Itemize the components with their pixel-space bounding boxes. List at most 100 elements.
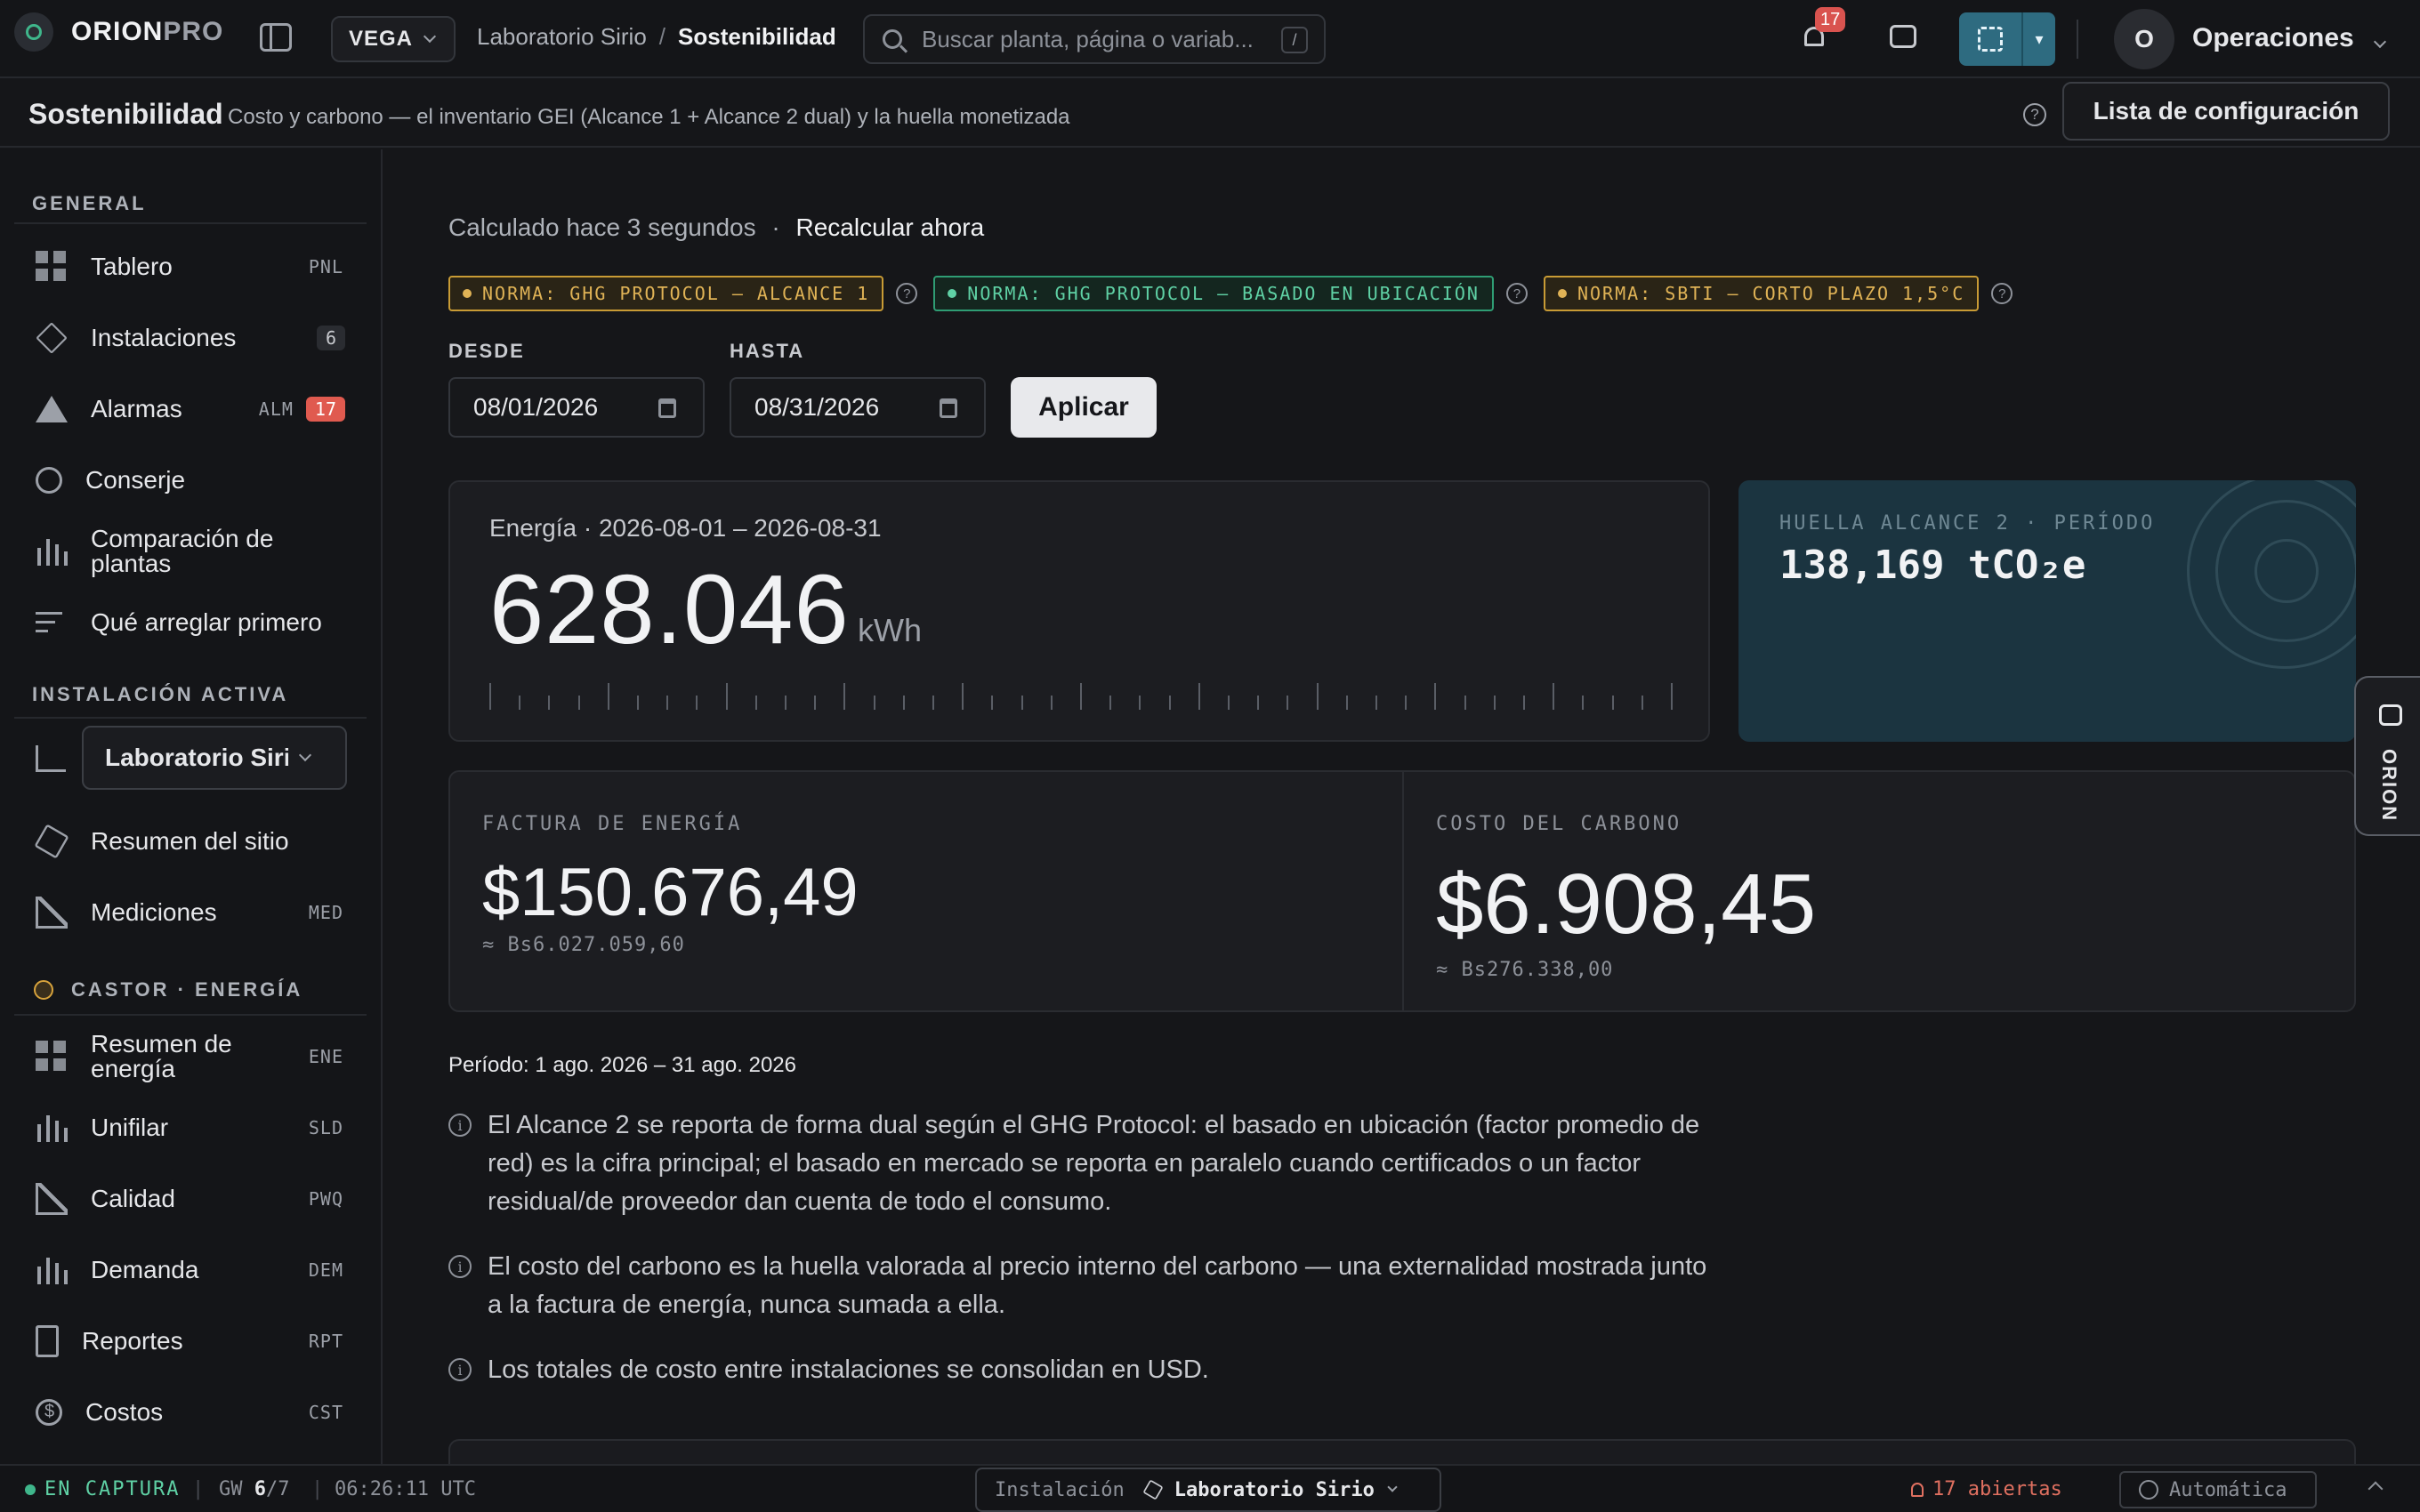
scale-tick bbox=[696, 696, 698, 710]
sidebar-item-que-arreglar[interactable]: Qué arreglar primero bbox=[14, 591, 367, 654]
sidebar-item-costos[interactable]: Costos CST bbox=[14, 1381, 367, 1444]
mode-selector[interactable]: Automática bbox=[2119, 1471, 2317, 1508]
fullscreen-button[interactable]: ▾ bbox=[1959, 12, 2055, 66]
scale-tick bbox=[1228, 696, 1230, 710]
breadcrumb-separator: / bbox=[658, 23, 666, 50]
sidebar-toggle-icon[interactable] bbox=[260, 23, 292, 52]
scale-tick bbox=[1317, 683, 1319, 710]
globe-icon bbox=[2139, 1480, 2158, 1500]
line-chart-icon bbox=[36, 897, 68, 929]
bar-chart-icon bbox=[36, 535, 68, 567]
chat-icon bbox=[2379, 704, 2402, 726]
orion-logo-icon bbox=[14, 12, 53, 52]
scale-tick bbox=[874, 696, 875, 710]
sidebar-item-code: CST bbox=[308, 1402, 343, 1423]
open-alerts-link[interactable]: 17 abiertas bbox=[1911, 1478, 2062, 1500]
sidebar-item-tablero[interactable]: Tablero PNL bbox=[14, 236, 367, 298]
scale-tick bbox=[1523, 696, 1525, 710]
scale-tick bbox=[1169, 696, 1171, 710]
top-bar: ORIONPRO VEGA Laboratorio Sirio / Sostenib… bbox=[0, 0, 2420, 78]
fullscreen-menu-button[interactable]: ▾ bbox=[2021, 12, 2055, 66]
layers-icon bbox=[36, 322, 68, 354]
recalculate-link[interactable]: Recalcular ahora bbox=[795, 213, 984, 241]
calculated-time: hace 3 segundos bbox=[566, 213, 756, 241]
scale-tick bbox=[1198, 683, 1200, 710]
help-icon[interactable]: ? bbox=[1991, 283, 2013, 304]
energy-scale-ticks bbox=[489, 683, 1673, 710]
scale-tick bbox=[1405, 696, 1407, 710]
active-site-select[interactable]: Laboratorio Sirio bbox=[82, 726, 347, 790]
live-dot-icon bbox=[25, 1484, 36, 1495]
help-icon[interactable]: ? bbox=[2023, 103, 2046, 126]
bell-icon bbox=[1911, 1483, 1924, 1497]
to-date-input[interactable]: 08/31/2026 bbox=[730, 377, 986, 438]
divider bbox=[1402, 772, 1404, 1010]
sidebar-section-general: GENERAL bbox=[32, 192, 147, 214]
site-selector[interactable]: VEGA bbox=[331, 16, 456, 62]
divider bbox=[14, 1014, 367, 1016]
energy-unit: kWh bbox=[858, 612, 922, 648]
info-icon: i bbox=[448, 1358, 472, 1381]
scale-tick bbox=[932, 696, 934, 710]
note-item: i El Alcance 2 se reporta de forma dual s… bbox=[448, 1106, 1712, 1221]
carbon-cost-value: $6.908,45 bbox=[1436, 857, 1817, 952]
config-list-button[interactable]: Lista de configuración bbox=[2062, 82, 2390, 141]
search-input[interactable]: Buscar planta, página o variab... / bbox=[863, 14, 1326, 64]
sidebar-item-code: SLD bbox=[308, 1117, 343, 1138]
calendar-icon[interactable] bbox=[658, 398, 676, 418]
user-menu[interactable]: Operaciones bbox=[2192, 23, 2386, 53]
calendar-icon[interactable] bbox=[940, 398, 957, 418]
installation-label: Instalación bbox=[995, 1478, 1125, 1501]
help-icon[interactable]: ? bbox=[896, 283, 918, 304]
scale-tick bbox=[843, 683, 845, 710]
notifications-button[interactable]: 17 bbox=[1799, 7, 1846, 57]
sidebar-item-resumen-energia[interactable]: Resumen de energía ENE bbox=[14, 1025, 367, 1088]
sidebar-item-comparacion[interactable]: Comparación de plantas bbox=[14, 520, 367, 583]
sidebar-section-castor: CASTOR · ENERGÍA bbox=[71, 978, 303, 1001]
sidebar-item-label: Unifilar bbox=[91, 1114, 169, 1141]
energy-bill-value: $150.676,49 bbox=[482, 855, 859, 930]
sidebar-item-conserje[interactable]: Conserje bbox=[14, 449, 367, 511]
sidebar-item-mediciones[interactable]: Mediciones MED bbox=[14, 881, 367, 944]
scale-tick bbox=[991, 696, 993, 710]
separator: | bbox=[311, 1478, 324, 1500]
chevron-up-icon[interactable] bbox=[2368, 1481, 2384, 1497]
scale-tick bbox=[1671, 683, 1673, 710]
carbon-cost-header: COSTO DEL CARBONO bbox=[1436, 813, 1682, 835]
alarm-count-badge: 17 bbox=[305, 397, 345, 422]
carbon-cost-secondary: ≈ Bs276.338,00 bbox=[1436, 959, 1614, 981]
assistant-tab-label: ORION bbox=[2378, 749, 2400, 823]
separator: | bbox=[192, 1478, 205, 1500]
sidebar-item-label: Reportes bbox=[82, 1327, 183, 1355]
apply-button[interactable]: Aplicar bbox=[1011, 377, 1157, 438]
sidebar-item-calidad[interactable]: Calidad PWQ bbox=[14, 1168, 367, 1230]
chat-icon[interactable] bbox=[1890, 25, 1916, 48]
scale-tick bbox=[489, 683, 491, 710]
help-icon[interactable]: ? bbox=[1505, 283, 1528, 304]
breadcrumb-site[interactable]: Laboratorio Sirio bbox=[477, 23, 647, 50]
divider bbox=[2077, 20, 2078, 59]
calculated-status: Calculado hace 3 segundos · Recalcular a… bbox=[448, 213, 984, 242]
avatar[interactable]: O bbox=[2114, 9, 2174, 69]
orion-assistant-tab[interactable]: ORION bbox=[2354, 676, 2420, 836]
from-date-input[interactable]: 08/01/2026 bbox=[448, 377, 705, 438]
brand-logo[interactable]: ORIONPRO bbox=[14, 12, 223, 52]
expand-icon[interactable] bbox=[1959, 12, 2021, 66]
sidebar-item-alarmas[interactable]: Alarmas ALM 17 bbox=[14, 378, 367, 440]
sidebar-item-demanda[interactable]: Demanda DEM bbox=[14, 1239, 367, 1301]
page-header: Sostenibilidad Costo y carbono — el inve… bbox=[0, 80, 2420, 148]
box-icon bbox=[1142, 1479, 1164, 1500]
sidebar-item-reportes[interactable]: Reportes RPT bbox=[14, 1310, 367, 1372]
sidebar-item-resumen-sitio[interactable]: Resumen del sitio bbox=[14, 810, 367, 873]
sidebar-item-instalaciones[interactable]: Instalaciones 6 bbox=[14, 307, 367, 369]
sidebar-item-unifilar[interactable]: Unifilar SLD bbox=[14, 1097, 367, 1159]
installation-selector[interactable]: Instalación Laboratorio Sirio bbox=[975, 1468, 1441, 1512]
scale-tick bbox=[1582, 696, 1584, 710]
costs-card: FACTURA DE ENERGÍA $150.676,49 ≈ Bs6.027… bbox=[448, 770, 2356, 1012]
scale-tick bbox=[1494, 696, 1496, 710]
sidebar-item-label: Mediciones bbox=[91, 898, 217, 926]
bar-chart-icon bbox=[36, 1254, 68, 1286]
user-name: Operaciones bbox=[2192, 23, 2354, 52]
scale-tick bbox=[1464, 696, 1466, 710]
scale-tick bbox=[1139, 696, 1141, 710]
